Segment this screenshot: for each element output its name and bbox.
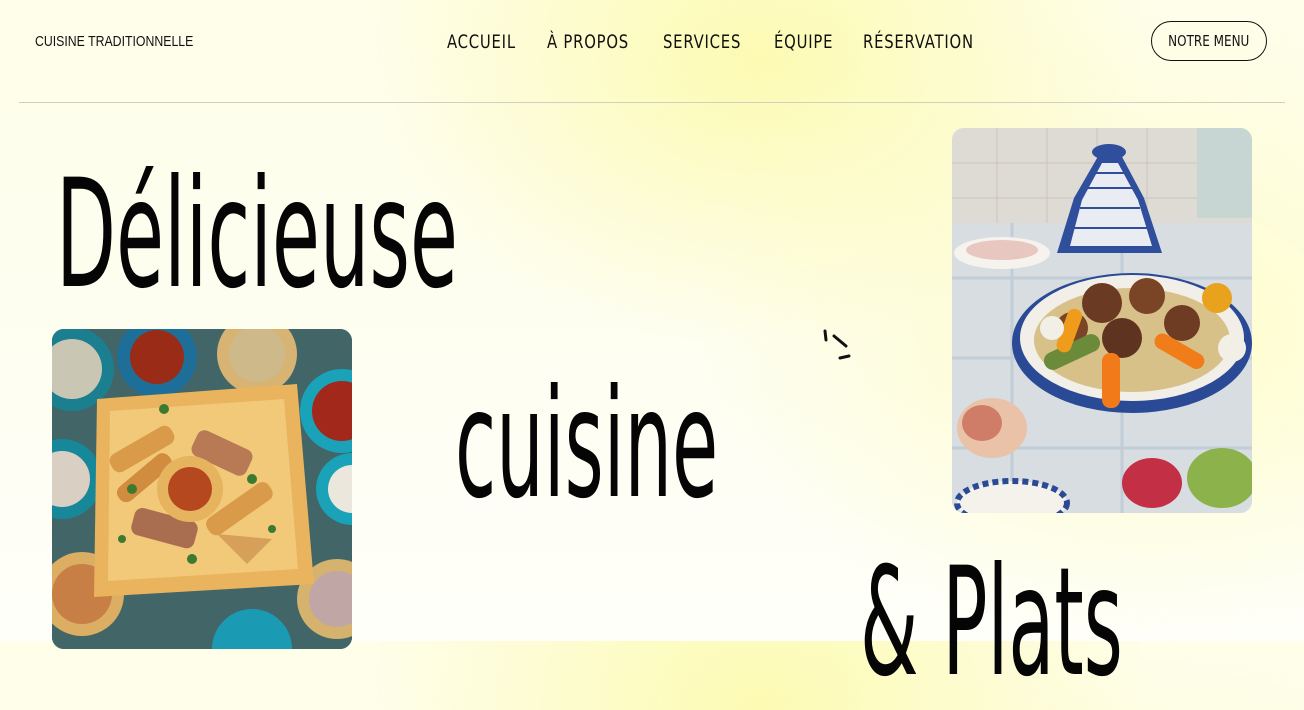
nav-item-reservation[interactable]: RÉSERVATION	[863, 31, 974, 53]
food-platter-photo	[52, 329, 352, 649]
notre-menu-label: NOTRE MENU	[1168, 32, 1250, 50]
notre-menu-button[interactable]: NOTRE MENU	[1151, 21, 1267, 61]
hero-word-plats: & Plats	[860, 536, 1123, 710]
nav-item-accueil[interactable]: ACCUEIL	[447, 31, 516, 53]
hero-word-cuisine: cuisine	[455, 358, 719, 532]
main-nav: ACCUEIL À PROPOS SERVICES ÉQUIPE RÉSERVA…	[0, 31, 1304, 55]
nav-item-equipe[interactable]: ÉQUIPE	[774, 31, 833, 53]
couscous-tagine-photo	[952, 128, 1252, 513]
hero-word-delicieuse: Délicieuse	[56, 148, 459, 322]
nav-item-services[interactable]: SERVICES	[663, 31, 741, 53]
header-divider	[19, 102, 1285, 103]
sparkle-decoration-icon	[823, 329, 851, 360]
nav-item-a-propos[interactable]: À PROPOS	[547, 31, 629, 53]
